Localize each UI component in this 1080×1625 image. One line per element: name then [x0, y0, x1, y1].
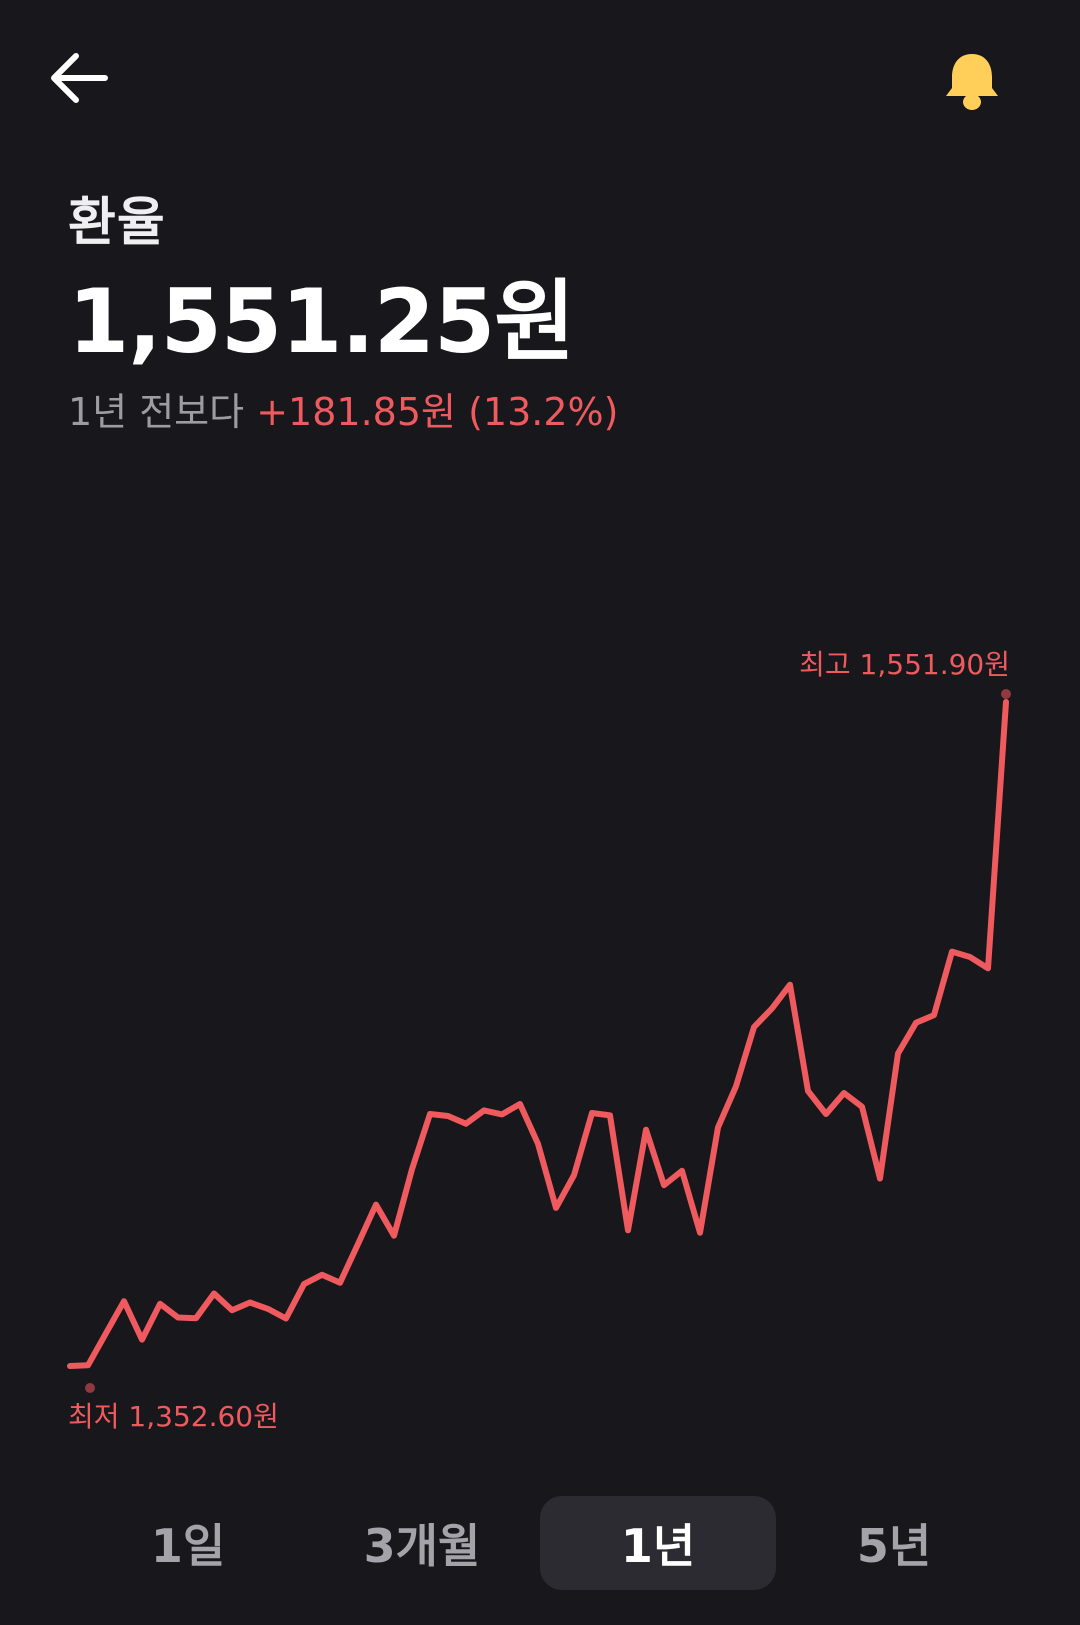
rate-header: 환율 1,551.25원 1년 전보다 +181.85원 (13.2%) — [68, 190, 1048, 436]
min-label: 최저 1,352.60원 — [68, 1400, 279, 1433]
bell-icon — [946, 54, 998, 110]
min-point-marker — [85, 1382, 95, 1393]
change-amount: +181.85원 — [256, 390, 456, 434]
max-label: 최고 1,551.90원 — [799, 648, 1010, 681]
rate-chart-svg: 최고 1,551.90원 최저 1,352.60원 — [67, 648, 1011, 1433]
rate-chart[interactable]: 최고 1,551.90원 최저 1,352.60원 — [0, 640, 1080, 1440]
top-bar — [0, 0, 1080, 160]
current-rate: 1,551.25원 — [68, 270, 575, 373]
change-percent: (13.2%) — [468, 390, 619, 434]
range-tabs: 1일 3개월 1년 5년 — [0, 1496, 1080, 1590]
change-summary: 1년 전보다 +181.85원 (13.2%) — [68, 388, 1048, 436]
change-period-label: 1년 전보다 — [68, 390, 245, 434]
tab-5-years[interactable]: 5년 — [776, 1496, 1012, 1590]
tab-1-year[interactable]: 1년 — [540, 1496, 776, 1590]
rate-line-series — [67, 699, 1009, 1369]
page-title: 환율 — [68, 193, 166, 253]
tab-1-day[interactable]: 1일 — [70, 1496, 306, 1590]
back-button[interactable] — [48, 46, 112, 110]
price-alert-button[interactable] — [938, 46, 1006, 116]
tab-3-months[interactable]: 3개월 — [304, 1496, 540, 1590]
arrow-left-icon — [51, 53, 108, 103]
max-point-marker — [1001, 689, 1011, 699]
